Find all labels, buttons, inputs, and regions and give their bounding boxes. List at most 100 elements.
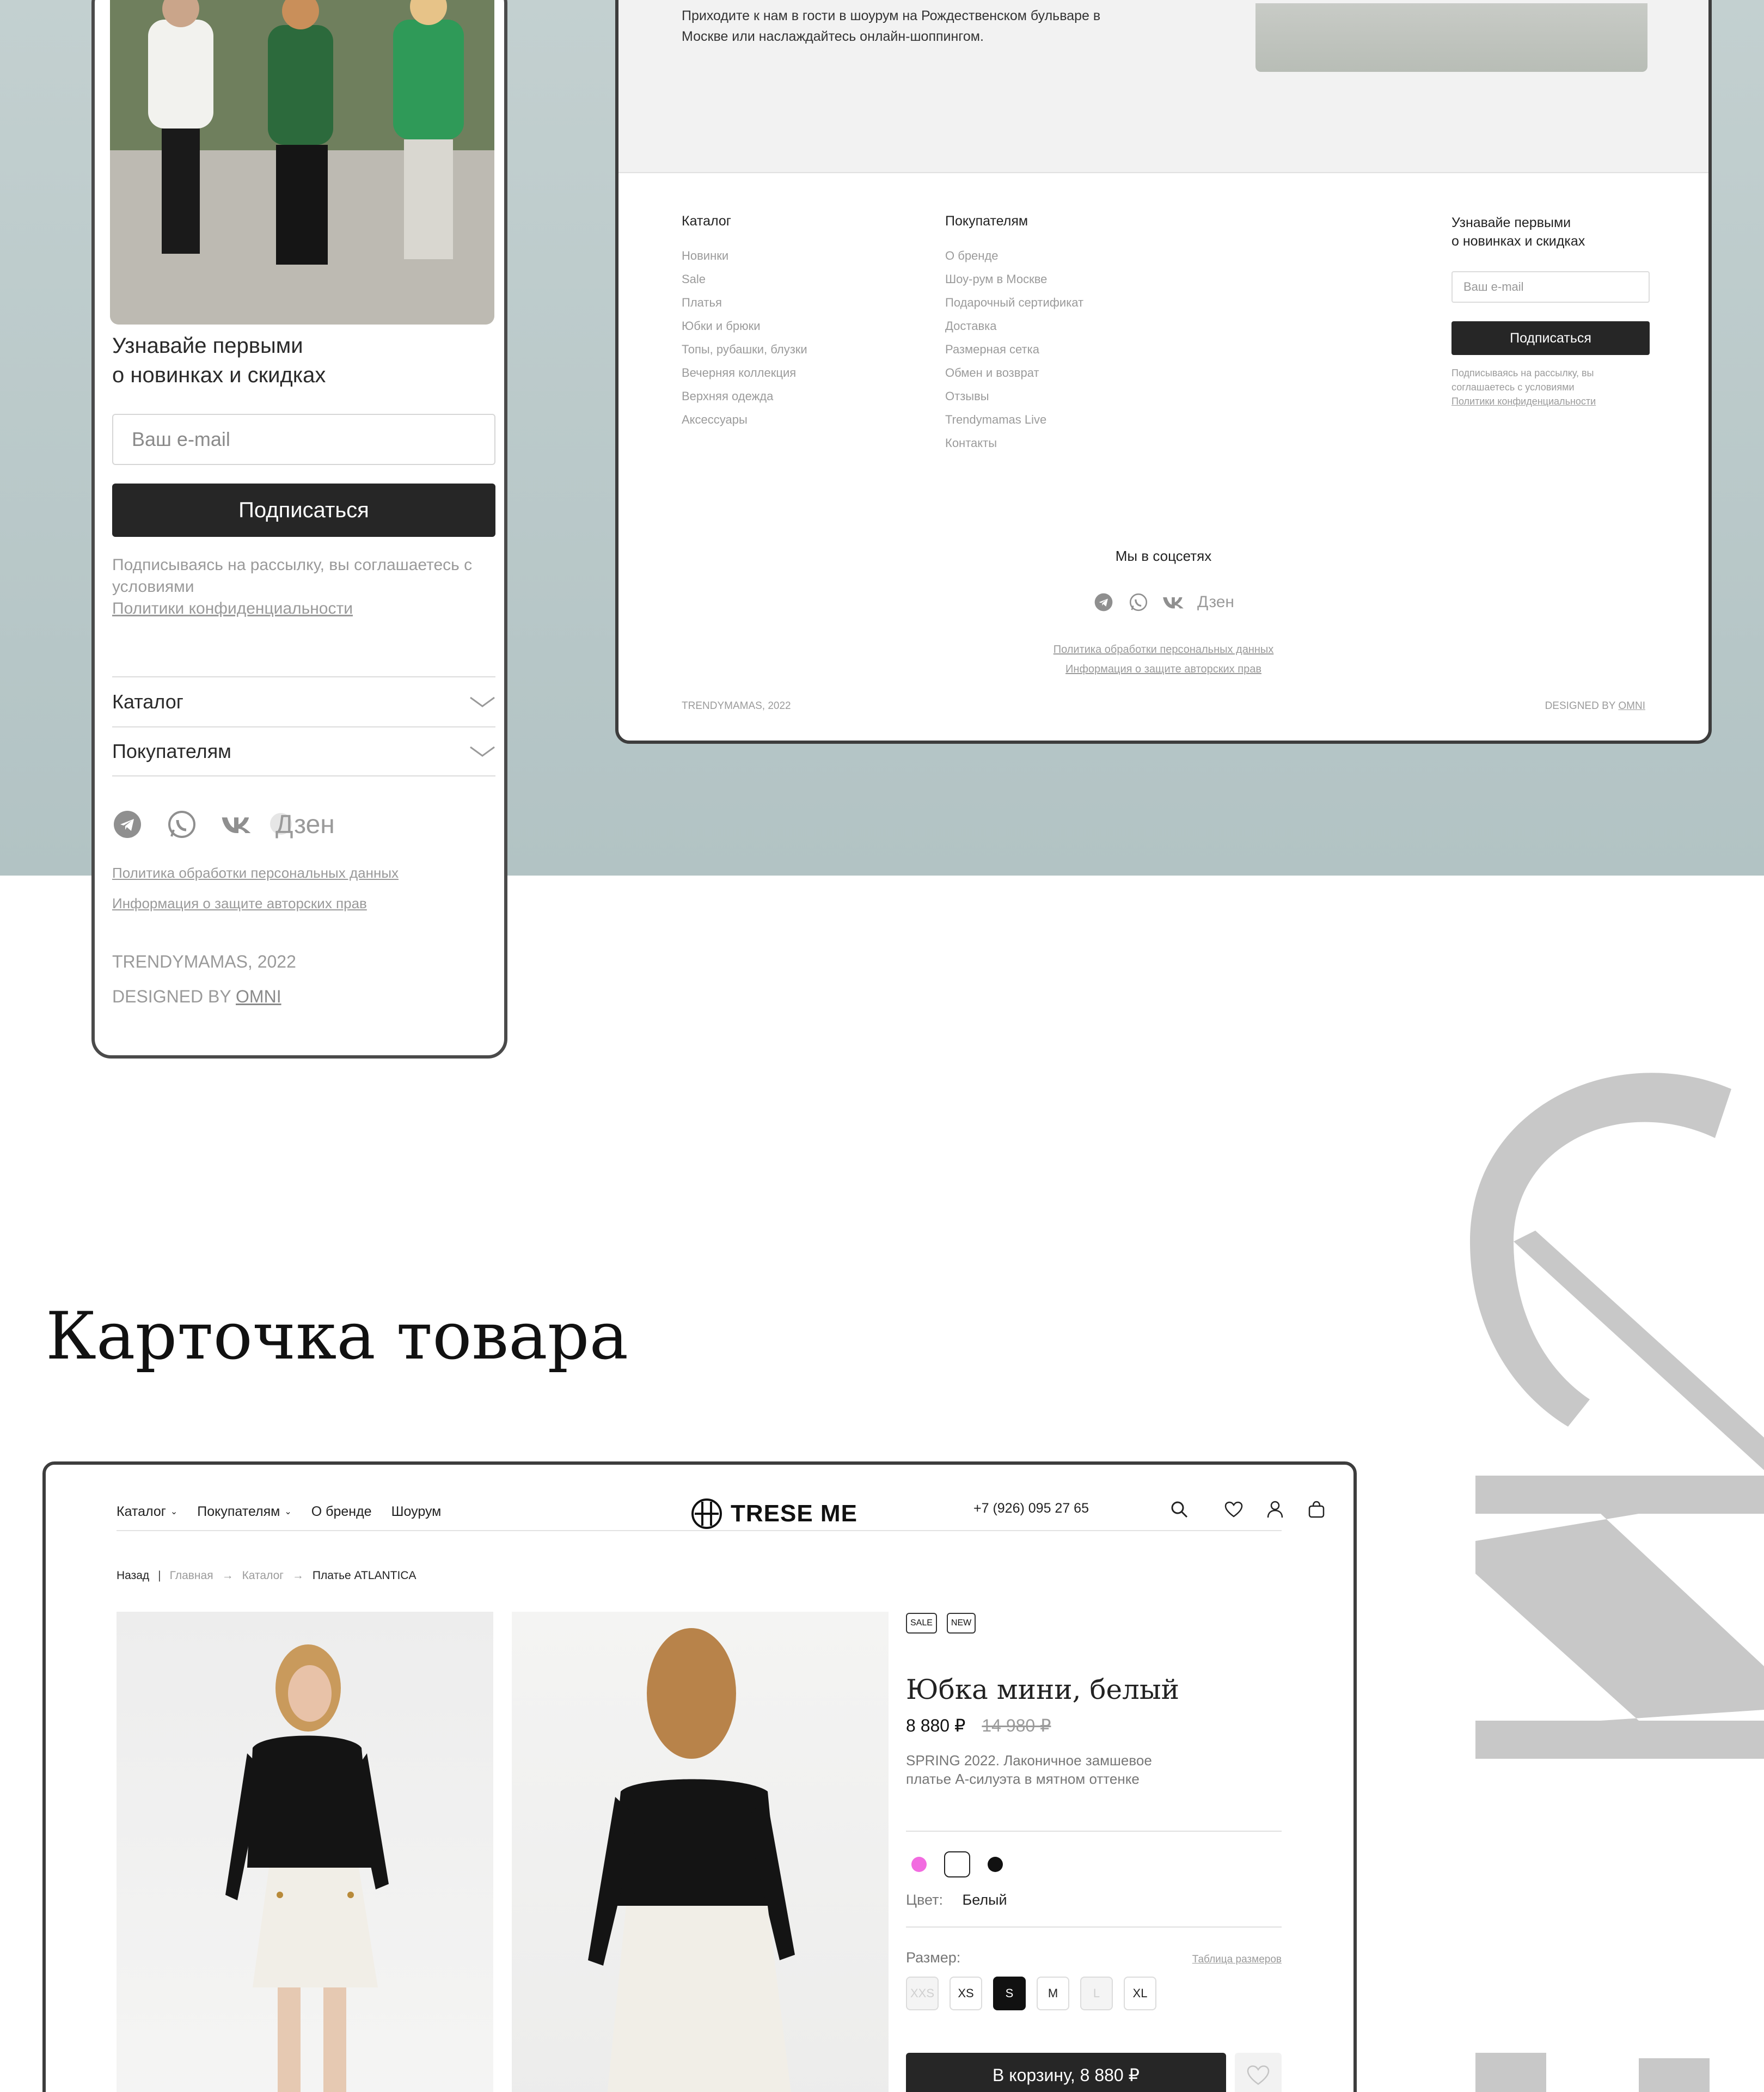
old-price: 14 980 ₽ <box>982 1716 1051 1735</box>
nav-showroom[interactable]: Шоурум <box>391 1504 442 1520</box>
color-swatch-white[interactable] <box>944 1851 970 1877</box>
footer-catalog-title: Каталог <box>682 213 731 229</box>
footer-link[interactable]: Отзывы <box>945 384 1083 408</box>
size-xl[interactable]: XL <box>1124 1977 1156 2010</box>
top-nav: Каталог ⌄ Покупателям ⌄ О бренде Шоурум TR… <box>117 1493 1325 1531</box>
footer-link[interactable]: Платья <box>682 291 807 314</box>
telegram-icon[interactable] <box>112 809 143 840</box>
privacy-policy-link[interactable]: Политики конфиденциальности <box>112 600 353 617</box>
size-xxs[interactable]: XXS <box>906 1977 939 2010</box>
breadcrumb-home[interactable]: Главная <box>170 1569 213 1582</box>
footer-privacy-link[interactable]: Политики конфиденциальности <box>1451 396 1596 407</box>
dzen-icon[interactable]: Дзен <box>1197 593 1234 611</box>
dzen-icon[interactable]: Дзен <box>270 810 335 840</box>
add-to-favorites-button[interactable] <box>1235 2053 1282 2092</box>
accordion-label: Каталог <box>112 690 183 713</box>
decorative-letters <box>1437 1024 1764 2092</box>
footer-link[interactable]: Доставка <box>945 314 1083 338</box>
product-photo-back[interactable] <box>512 1612 889 2092</box>
chevron-down-icon <box>470 696 495 707</box>
footer-link[interactable]: Контакты <box>945 431 1083 455</box>
subscribe-title: Узнавайе первыми о новинках и скидках <box>112 334 326 387</box>
subscribe-note: Подписываясь на рассылку, вы соглашаетес… <box>112 554 495 620</box>
heart-icon[interactable] <box>1223 1498 1245 1520</box>
chevron-down-icon <box>470 746 495 757</box>
arrow-right-icon: → <box>292 1569 304 1582</box>
product-page-mockup: Каталог ⌄ Покупателям ⌄ О бренде Шоурум TR… <box>42 1461 1357 2092</box>
footer-link[interactable]: Шоу-рум в Москве <box>945 267 1083 291</box>
breadcrumb-catalog[interactable]: Каталог <box>242 1569 284 1582</box>
color-swatch-black[interactable] <box>982 1851 1008 1877</box>
mobile-footer-mockup: Узнавайе первыми о новинках и скидках Ва… <box>91 0 507 1059</box>
vk-icon[interactable] <box>221 809 252 840</box>
nav-catalog[interactable]: Каталог ⌄ <box>117 1504 177 1520</box>
footer-link[interactable]: Новинки <box>682 244 807 267</box>
email-field[interactable]: Ваш e-mail <box>112 414 495 465</box>
footer-copyright-info-link[interactable]: Информация о защите авторских прав <box>618 663 1708 676</box>
phone-number[interactable]: +7 (926) 095 27 65 <box>973 1501 1089 1516</box>
search-icon[interactable] <box>1168 1498 1190 1520</box>
nav-about[interactable]: О бренде <box>311 1504 372 1520</box>
footer-personal-data-link[interactable]: Политика обработки персональных данных <box>618 644 1708 656</box>
telegram-icon[interactable] <box>1093 591 1114 613</box>
whatsapp-icon[interactable] <box>167 809 197 840</box>
size-xs[interactable]: XS <box>950 1977 982 2010</box>
footer-subscribe-note: Подписываясь на рассылку, вы соглашаетес… <box>1451 366 1650 408</box>
size-m[interactable]: M <box>1037 1977 1069 2010</box>
footer-email-field[interactable]: Ваш e-mail <box>1451 271 1650 303</box>
copyright-info-link[interactable]: Информация о защите авторских прав <box>112 895 367 912</box>
footer-link[interactable]: Вечерняя коллекция <box>682 361 807 384</box>
footer-link[interactable]: Trendymamas Live <box>945 408 1083 431</box>
footer-link[interactable]: Верхняя одежда <box>682 384 807 408</box>
footer-subscribe-title: Узнавайе первыми о новинках и скидках <box>1451 215 1585 249</box>
nav-label: Покупателям <box>197 1503 280 1519</box>
breadcrumb-divider: | <box>158 1569 161 1582</box>
product-photo-front[interactable] <box>117 1612 493 2092</box>
footer-note-text: Подписываясь на рассылку, вы соглашаетес… <box>1451 368 1594 393</box>
whatsapp-icon[interactable] <box>1128 591 1149 613</box>
logo-text: TRESE ME <box>731 1500 857 1527</box>
footer-link[interactable]: Размерная сетка <box>945 338 1083 361</box>
product-name: Юбка мини, белый <box>906 1674 1179 1705</box>
nav-label: Каталог <box>117 1503 166 1519</box>
footer-catalog-list: Новинки Sale Платья Юбки и брюки Топы, р… <box>682 244 807 431</box>
footer-link[interactable]: Топы, рубашки, блузки <box>682 338 807 361</box>
footer-subscribe-button[interactable]: Подписаться <box>1451 321 1650 355</box>
accordion-catalog[interactable]: Каталог <box>112 676 495 726</box>
social-title: Мы в соцсетях <box>1115 548 1212 564</box>
size-label: Размер: <box>906 1949 961 1966</box>
heart-icon <box>1247 2065 1270 2085</box>
color-swatch-pink[interactable] <box>906 1851 932 1877</box>
footer-link[interactable]: Аксессуары <box>682 408 807 431</box>
lookbook-photo <box>110 0 494 325</box>
bag-icon[interactable] <box>1306 1498 1327 1520</box>
personal-data-policy-link[interactable]: Политика обработки персональных данных <box>112 865 399 882</box>
designer-link[interactable]: OMNI <box>236 987 281 1006</box>
brand-logo[interactable]: TRESE ME <box>690 1497 857 1530</box>
footer-link[interactable]: Подарочный сертификат <box>945 291 1083 314</box>
product-price: 8 880 ₽ 14 980 ₽ <box>906 1715 1051 1736</box>
subscribe-button[interactable]: Подписаться <box>112 484 495 537</box>
size-header: Размер: Таблица размеров <box>906 1949 1282 1966</box>
social-links: Дзен <box>112 809 335 840</box>
chevron-down-icon: ⌄ <box>170 1507 178 1516</box>
footer-link[interactable]: Обмен и возврат <box>945 361 1083 384</box>
designer-link[interactable]: OMNI <box>1618 700 1645 712</box>
new-badge: NEW <box>946 1613 976 1634</box>
footer-link[interactable]: О бренде <box>945 244 1083 267</box>
size-l[interactable]: L <box>1080 1977 1113 2010</box>
footer-buyers-list: О бренде Шоу-рум в Москве Подарочный сер… <box>945 244 1083 455</box>
footer-link[interactable]: Юбки и брюки <box>682 314 807 338</box>
accordion-buyers[interactable]: Покупателям <box>112 726 495 776</box>
user-icon[interactable] <box>1264 1498 1286 1520</box>
size-s[interactable]: S <box>993 1977 1026 2010</box>
add-to-cart-button[interactable]: В корзину, 8 880 ₽ <box>906 2053 1226 2092</box>
subscribe-note-text: Подписываясь на рассылку, вы соглашаетес… <box>112 556 473 596</box>
size-table-link[interactable]: Таблица размеров <box>1192 1954 1282 1966</box>
swatch-dot <box>911 1857 927 1872</box>
footer-buyers-title: Покупателям <box>945 213 1028 229</box>
nav-buyers[interactable]: Покупателям ⌄ <box>197 1504 291 1520</box>
vk-icon[interactable] <box>1162 591 1184 613</box>
footer-link[interactable]: Sale <box>682 267 807 291</box>
back-link[interactable]: Назад <box>117 1569 149 1582</box>
